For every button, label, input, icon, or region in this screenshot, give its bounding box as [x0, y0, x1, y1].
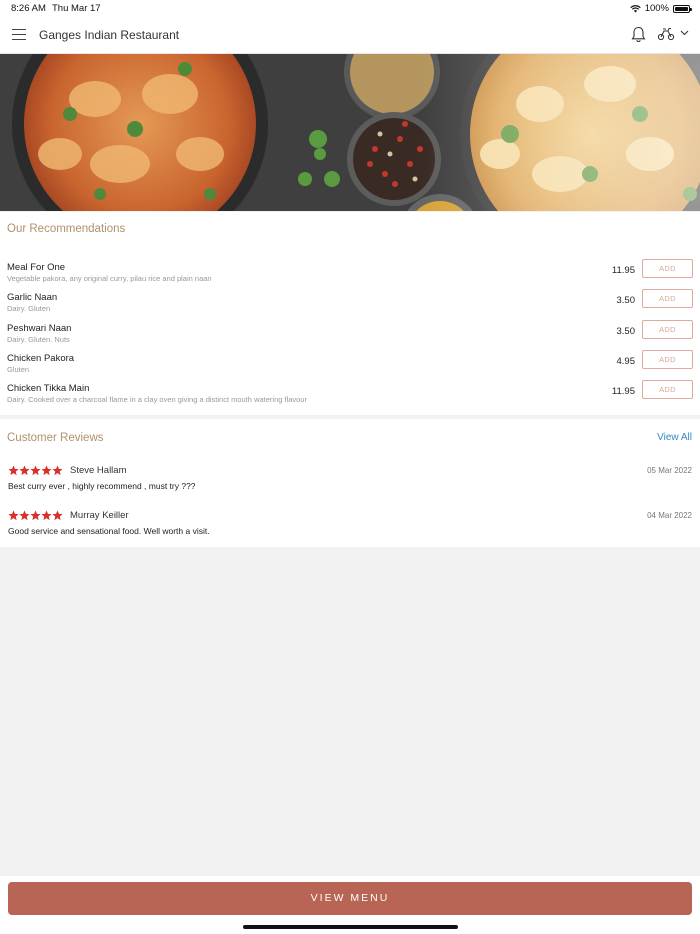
star-icon: [41, 465, 52, 476]
status-right: 100%: [629, 3, 692, 14]
delivery-scooter-icon[interactable]: [657, 27, 675, 41]
star-icon: [19, 465, 30, 476]
reviewer-name: Murray Keiller: [70, 510, 129, 521]
review-text: Best curry ever , highly recommend , mus…: [8, 481, 196, 491]
review-item: Murray Keiller 04 Mar 2022 Good service …: [0, 510, 700, 544]
battery-percent: 100%: [644, 3, 669, 14]
item-price: 3.50: [616, 326, 636, 337]
wifi-icon: [629, 4, 641, 12]
add-button[interactable]: ADD: [642, 259, 693, 278]
star-icon: [41, 510, 52, 521]
item-description: Gluten: [7, 365, 30, 374]
reviewer-name: Steve Hallam: [70, 465, 127, 476]
hamburger-menu-icon[interactable]: [12, 29, 26, 40]
item-price: 4.95: [616, 356, 636, 367]
star-rating: [8, 465, 63, 476]
status-time: 8:26 AM: [11, 3, 46, 14]
item-name: Garlic Naan: [7, 292, 58, 303]
menu-item[interactable]: Garlic Naan Dairy. Gluten 3.50 ADD: [0, 289, 700, 322]
item-price: 3.50: [616, 295, 636, 306]
bottom-bar: VIEW MENU: [0, 876, 700, 934]
recommendations-title: Our Recommendations: [7, 223, 126, 235]
item-price: 11.95: [611, 265, 635, 276]
view-all-link[interactable]: View All: [657, 432, 692, 443]
reviews-section: Customer Reviews View All Steve Hallam 0…: [0, 419, 700, 547]
add-button[interactable]: ADD: [642, 320, 693, 339]
home-indicator[interactable]: [243, 925, 458, 929]
star-icon: [52, 465, 63, 476]
review-text: Good service and sensational food. Well …: [8, 526, 210, 536]
item-name: Chicken Tikka Main: [7, 383, 90, 394]
item-name: Meal For One: [7, 262, 66, 273]
bell-icon[interactable]: [631, 26, 646, 43]
star-icon: [19, 510, 30, 521]
menu-item[interactable]: Peshwari Naan Dairy. Gluten. Nuts 3.50 A…: [0, 320, 700, 353]
view-menu-button[interactable]: VIEW MENU: [8, 882, 692, 915]
review-date: 05 Mar 2022: [647, 466, 692, 475]
star-rating: [8, 510, 63, 521]
item-description: Dairy. Cooked over a charcoal flame in a…: [7, 395, 308, 404]
hero-banner-image: [0, 54, 700, 211]
star-icon: [52, 510, 63, 521]
menu-item[interactable]: Meal For One Vegetable pakora, any origi…: [0, 259, 700, 292]
battery-icon: [673, 4, 692, 13]
review-date: 04 Mar 2022: [647, 511, 692, 520]
add-button[interactable]: ADD: [642, 380, 693, 399]
item-name: Chicken Pakora: [7, 353, 75, 364]
app-header: Ganges Indian Restaurant: [0, 16, 700, 54]
item-description: Dairy. Gluten. Nuts: [7, 335, 70, 344]
restaurant-title: Ganges Indian Restaurant: [39, 28, 180, 42]
star-icon: [30, 465, 41, 476]
item-price: 11.95: [611, 386, 635, 397]
star-icon: [8, 465, 19, 476]
add-button[interactable]: ADD: [642, 289, 693, 308]
star-icon: [8, 510, 19, 521]
menu-item[interactable]: Chicken Pakora Gluten 4.95 ADD: [0, 350, 700, 383]
item-description: Vegetable pakora, any original curry, pi…: [7, 274, 212, 283]
item-name: Peshwari Naan: [7, 323, 72, 334]
recommendations-section: Our Recommendations Meal For One Vegetab…: [0, 212, 700, 415]
star-icon: [30, 510, 41, 521]
review-item: Steve Hallam 05 Mar 2022 Best curry ever…: [0, 465, 700, 499]
chevron-down-icon[interactable]: [680, 30, 689, 36]
reviews-title: Customer Reviews: [7, 432, 104, 444]
add-button[interactable]: ADD: [642, 350, 693, 369]
status-date: Thu Mar 17: [52, 3, 101, 14]
item-description: Dairy. Gluten: [7, 304, 51, 313]
status-bar: 8:26 AM Thu Mar 17 100%: [0, 0, 700, 16]
menu-item[interactable]: Chicken Tikka Main Dairy. Cooked over a …: [0, 380, 700, 413]
